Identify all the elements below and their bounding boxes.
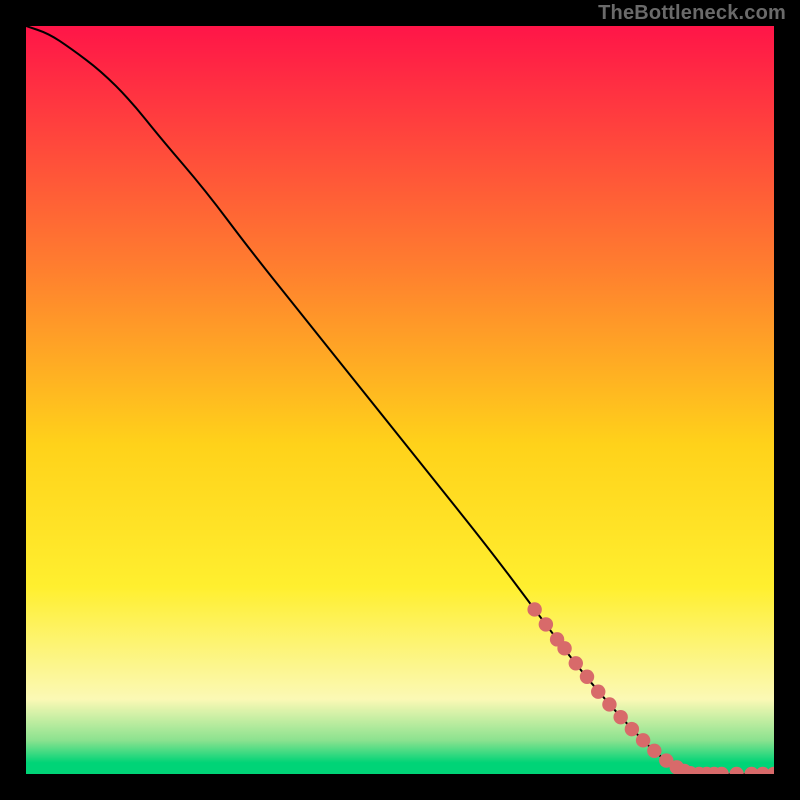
gradient-background [26,26,774,774]
plot-svg [26,26,774,774]
data-marker [625,722,639,736]
data-marker [591,685,605,699]
data-marker [613,710,627,724]
data-marker [527,602,541,616]
data-marker [602,697,616,711]
data-marker [557,641,571,655]
data-marker [569,656,583,670]
chart-frame: TheBottleneck.com [0,0,800,800]
data-marker [647,744,661,758]
data-marker [636,733,650,747]
attribution-label: TheBottleneck.com [598,2,786,25]
data-marker [580,670,594,684]
data-marker [539,617,553,631]
plot-area [26,26,774,774]
